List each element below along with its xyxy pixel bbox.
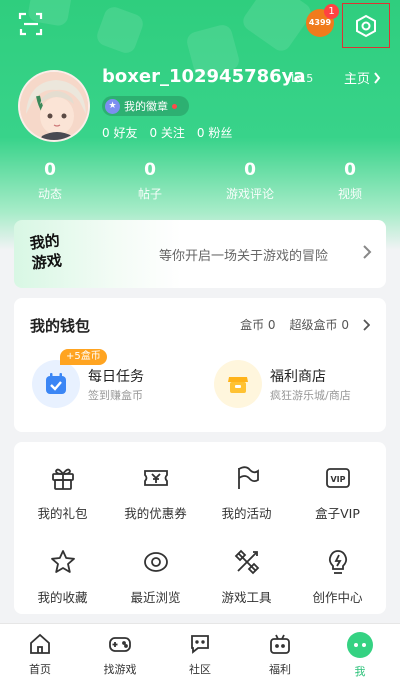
- content-stats: 0 动态 0 帖子 0 游戏评论 0 视频: [0, 160, 400, 202]
- box-vip-button[interactable]: VIP 盒子VIP: [291, 464, 384, 540]
- feature-label: 最近浏览: [130, 590, 181, 605]
- stat-game-reviews[interactable]: 0 游戏评论: [200, 160, 300, 202]
- nav-home[interactable]: 首页: [0, 624, 80, 683]
- my-games-banner[interactable]: 我的 游戏 等你开启一场关于游戏的冒险: [14, 220, 386, 288]
- stat-label: 游戏评论: [225, 187, 274, 201]
- my-gift-packs-button[interactable]: 我的礼包: [16, 464, 109, 540]
- nav-find-games[interactable]: 找游戏: [80, 624, 160, 683]
- chevron-right-icon: [363, 245, 372, 259]
- nav-label: 找游戏: [103, 663, 137, 676]
- avatar[interactable]: [18, 70, 90, 142]
- welfare-shop-subtitle: 疯狂游乐城/商店: [270, 389, 351, 402]
- chevron-right-icon: [374, 71, 381, 84]
- coin-reward-tag: +5盒币: [60, 349, 107, 365]
- welfare-shop-title: 福利商店: [270, 369, 326, 385]
- new-dot: [172, 103, 177, 109]
- daily-task-title: 每日任务: [88, 369, 144, 385]
- me-icon: [347, 632, 373, 658]
- my-games-logo: 我的 游戏: [24, 230, 68, 278]
- follows-count[interactable]: 0 关注: [149, 124, 184, 141]
- gift-box-icon: [270, 634, 290, 654]
- flag-icon: [237, 466, 259, 489]
- recent-views-button[interactable]: 最近浏览: [109, 548, 202, 624]
- social-stats: 0 好友 0 关注 0 粉丝: [102, 124, 232, 141]
- my-coupons-button[interactable]: 我的优惠券: [109, 464, 202, 540]
- username: boxer_102945786ya: [102, 66, 306, 87]
- coupon-icon: [143, 470, 168, 486]
- stat-value: 0: [44, 160, 56, 180]
- feature-label: 创作中心: [312, 590, 363, 605]
- box-coins: 盒币 0: [240, 318, 276, 332]
- nav-label: 福利: [269, 663, 291, 676]
- gift-icon: [51, 468, 74, 490]
- nav-welfare[interactable]: 福利: [240, 624, 320, 683]
- my-activities-button[interactable]: 我的活动: [200, 464, 293, 540]
- game-tools-button[interactable]: 游戏工具: [200, 548, 293, 624]
- calendar-check-icon: [32, 360, 80, 408]
- svg-text:VIP: VIP: [330, 475, 345, 484]
- feature-label: 盒子VIP: [315, 506, 360, 521]
- nav-community[interactable]: 社区: [160, 624, 240, 683]
- settings-icon: [356, 14, 376, 37]
- stat-videos[interactable]: 0 视频: [300, 160, 400, 202]
- my-medals-button[interactable]: ★ 我的徽章: [102, 96, 189, 116]
- stat-label: 视频: [337, 187, 362, 201]
- my-favorites-button[interactable]: 我的收藏: [16, 548, 109, 624]
- gamepad-icon: [109, 637, 131, 652]
- wallet-card: 我的钱包 盒币 0 超级盒币 0 每日任务 签到赚盒币 +5盒币 福利商店 疯狂…: [14, 298, 386, 432]
- medal-label: 我的徽章: [124, 100, 168, 113]
- user-level: Lv.5: [291, 72, 314, 85]
- tools-icon: [234, 549, 259, 575]
- star-icon: [50, 550, 75, 573]
- medal-icon: ★: [105, 98, 120, 114]
- stat-posts-feed[interactable]: 0 动态: [0, 160, 100, 202]
- feature-label: 我的礼包: [37, 506, 88, 521]
- feature-label: 我的优惠券: [124, 506, 187, 521]
- stat-value: 0: [344, 160, 356, 180]
- homepage-label: 主页: [344, 72, 371, 87]
- stat-label: 动态: [37, 187, 62, 201]
- super-box-coins: 超级盒币 0: [289, 318, 349, 332]
- daily-task-subtitle: 签到赚盒币: [88, 389, 143, 402]
- feature-label: 我的收藏: [37, 590, 88, 605]
- logo-line: 游戏: [30, 251, 63, 273]
- friends-count[interactable]: 0 好友: [102, 124, 137, 141]
- stat-value: 0: [244, 160, 256, 180]
- bottom-navigation: 首页 找游戏 社区 福利 我: [0, 623, 400, 683]
- welfare-shop-button[interactable]: 福利商店 疯狂游乐城/商店: [214, 360, 384, 410]
- chat-icon: [191, 635, 209, 654]
- scan-icon[interactable]: [18, 11, 44, 37]
- notification-count-badge: 1: [324, 4, 339, 19]
- daily-task-button[interactable]: 每日任务 签到赚盒币: [32, 360, 202, 410]
- homepage-link[interactable]: 主页: [344, 68, 381, 87]
- stat-label: 帖子: [137, 187, 162, 201]
- stat-value: 0: [144, 160, 156, 180]
- wallet-coins-link[interactable]: 盒币 0 超级盒币 0: [240, 316, 370, 333]
- home-icon: [30, 633, 50, 654]
- creator-icon: [328, 550, 347, 574]
- vip-icon: VIP: [325, 468, 350, 488]
- shop-icon: [214, 360, 262, 408]
- creator-center-button[interactable]: 创作中心: [291, 548, 384, 624]
- nav-me[interactable]: 我: [320, 624, 400, 683]
- adventure-text: 等你开启一场关于游戏的冒险: [159, 249, 329, 264]
- feature-label: 我的活动: [221, 506, 272, 521]
- feature-label: 游戏工具: [221, 590, 272, 605]
- nav-label: 我: [354, 665, 366, 678]
- nav-label: 社区: [189, 663, 211, 676]
- nav-label: 首页: [29, 663, 51, 676]
- settings-button[interactable]: [342, 3, 390, 48]
- wallet-title: 我的钱包: [30, 317, 91, 335]
- stat-threads[interactable]: 0 帖子: [100, 160, 200, 202]
- eye-icon: [143, 552, 168, 572]
- chevron-right-icon: [363, 318, 370, 331]
- fans-count[interactable]: 0 粉丝: [197, 124, 232, 141]
- features-card: 我的礼包 我的优惠券 我的活动 VIP 盒子VIP 我的收藏 最近浏览 游戏工具…: [14, 442, 386, 614]
